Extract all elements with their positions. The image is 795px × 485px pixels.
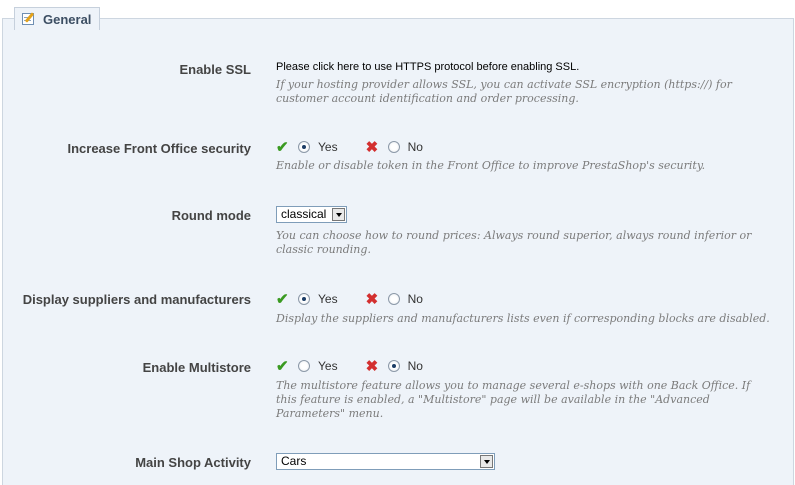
multistore-yes-label[interactable]: Yes (318, 359, 338, 373)
round-mode-value: classical (281, 207, 327, 221)
suppliers-yes-label[interactable]: Yes (318, 292, 338, 306)
check-icon: ✔ (276, 139, 289, 156)
chevron-down-icon[interactable] (480, 455, 493, 468)
section-legend: General (14, 7, 101, 30)
ssl-label: Enable SSL (179, 62, 251, 77)
multistore-no-radio[interactable] (387, 360, 400, 372)
shop-activity-select[interactable]: Cars (276, 453, 495, 470)
check-icon: ✔ (276, 358, 289, 375)
multistore-no-label[interactable]: No (408, 359, 423, 373)
front-security-yes-radio[interactable] (298, 141, 310, 153)
round-mode-label: Round mode (171, 208, 251, 223)
multistore-hint: The multistore feature allows you to man… (276, 379, 751, 420)
front-security-no-label[interactable]: No (408, 140, 423, 154)
cross-icon: ✖ (365, 139, 379, 156)
section-title: General (43, 11, 92, 27)
suppliers-no-label[interactable]: No (408, 292, 423, 306)
round-mode-select[interactable]: classical (276, 206, 347, 223)
shop-activity-label: Main Shop Activity (135, 455, 251, 470)
edit-icon (21, 12, 37, 26)
front-security-no-radio[interactable] (387, 141, 400, 153)
shop-activity-value: Cars (281, 454, 307, 468)
front-security-hint: Enable or disable token in the Front Off… (276, 159, 706, 172)
suppliers-hint: Display the suppliers and manufacturers … (276, 312, 770, 325)
multistore-label: Enable Multistore (142, 360, 251, 375)
multistore-yes-radio[interactable] (298, 360, 310, 372)
enable-https-link[interactable]: Please click here to use HTTPS protocol … (276, 61, 776, 73)
check-icon: ✔ (276, 291, 289, 308)
round-mode-hint: You can choose how to round prices: Alwa… (276, 229, 752, 256)
suppliers-no-radio[interactable] (387, 293, 400, 305)
cross-icon: ✖ (365, 291, 379, 308)
suppliers-yes-radio[interactable] (298, 293, 310, 305)
cross-icon: ✖ (365, 358, 379, 375)
front-security-yes-label[interactable]: Yes (318, 140, 338, 154)
ssl-hint: If your hosting provider allows SSL, you… (276, 78, 732, 105)
front-security-label: Increase Front Office security (67, 141, 251, 156)
chevron-down-icon[interactable] (332, 208, 345, 221)
suppliers-label: Display suppliers and manufacturers (22, 292, 251, 307)
